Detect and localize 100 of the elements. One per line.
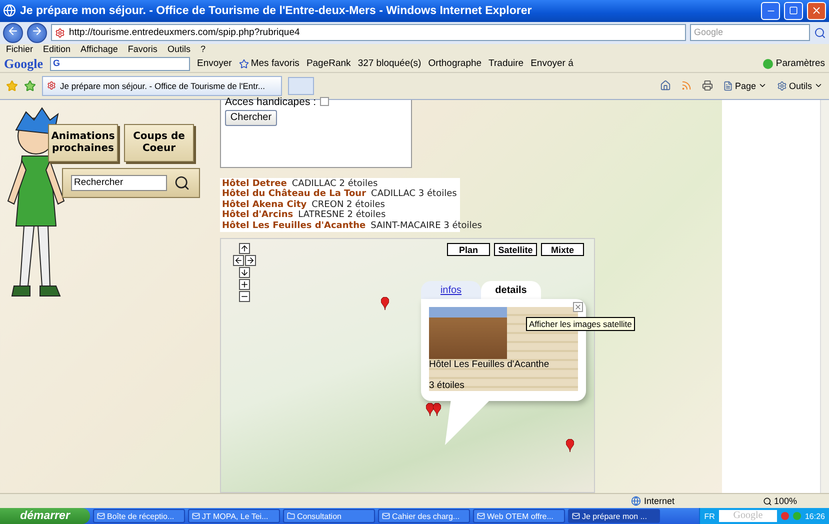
checkbox-label: Acces handicapes : xyxy=(225,96,316,108)
page-icon xyxy=(722,80,733,91)
toolbar-item[interactable]: Orthographe xyxy=(428,58,482,70)
envelope-icon xyxy=(477,512,485,520)
taskbar-button[interactable]: Boîte de réceptio... xyxy=(93,509,185,523)
toolbar-logo: Google xyxy=(4,56,43,72)
pan-left-button[interactable] xyxy=(233,255,244,266)
address-field[interactable]: http://tourisme.entredeuxmers.com/spip.php?rubrique4 xyxy=(51,24,686,42)
favorites-star-icon[interactable] xyxy=(6,80,18,92)
envelope-icon xyxy=(572,512,580,520)
toolbar-item[interactable]: Envoyer xyxy=(197,58,232,70)
restore-icon xyxy=(789,6,798,16)
forward-arrow-icon xyxy=(31,25,43,38)
magnifier-icon xyxy=(763,496,772,506)
globe-icon xyxy=(631,496,641,506)
command-button[interactable]: Outils xyxy=(776,80,823,91)
toolbar-item[interactable]: 327 bloquée(s) xyxy=(358,58,422,70)
menu-item[interactable]: Affichage xyxy=(80,44,118,56)
search-icon[interactable] xyxy=(814,26,826,39)
hotel-details: CREON 2 étoiles xyxy=(312,200,385,210)
map-type-button[interactable]: Mixte xyxy=(541,243,584,256)
menu-item[interactable]: ? xyxy=(200,44,206,56)
plus-icon xyxy=(240,280,249,290)
map-pin-icon[interactable] xyxy=(381,297,389,310)
sign-button[interactable]: Coups de Coeur xyxy=(124,124,194,162)
envelope-icon xyxy=(382,512,390,520)
taskbar-button[interactable]: Je prépare mon ... xyxy=(568,509,660,523)
minimize-button[interactable] xyxy=(761,2,780,20)
site-icon xyxy=(55,28,65,38)
map-pin-icon[interactable] xyxy=(426,403,434,416)
pan-down-button[interactable] xyxy=(239,267,250,278)
map-pin-icon[interactable] xyxy=(433,403,441,416)
pan-right-button[interactable] xyxy=(245,255,256,266)
status-zone: Internet xyxy=(631,496,751,506)
left-arrow-icon xyxy=(234,256,243,266)
window-title: Je prépare mon séjour. - Office de Tourisme de l'Entre-deux-Mers - Windows Internet Explorer xyxy=(20,4,533,17)
zoom-out-button[interactable] xyxy=(239,291,250,302)
close-icon xyxy=(811,5,822,16)
hotel-details: CADILLAC 2 étoiles xyxy=(292,178,378,189)
toolbar-item[interactable]: Envoyer á xyxy=(530,58,574,70)
sign-button[interactable]: Animations prochaines xyxy=(48,124,118,162)
down-arrow-icon xyxy=(240,268,249,278)
back-button[interactable] xyxy=(3,22,23,43)
command-button[interactable]: Page xyxy=(722,80,767,91)
menu-item[interactable]: Favoris xyxy=(128,44,158,56)
map-pin-icon[interactable] xyxy=(566,439,574,452)
clock: 16:26 xyxy=(804,512,825,520)
hotel-name[interactable]: Hôtel Detree xyxy=(222,178,287,190)
envelope-icon xyxy=(97,512,105,520)
taskbar-button[interactable]: Consultation xyxy=(283,509,375,523)
info-tab[interactable]: details xyxy=(481,281,541,300)
checkbox[interactable] xyxy=(320,97,330,106)
browser-tab[interactable]: Je prépare mon séjour. - Office de Tourisme de l'Entr... xyxy=(42,76,282,96)
forward-button[interactable] xyxy=(27,22,47,43)
right-arrow-icon xyxy=(246,256,255,266)
hotel-details: SAINT-MACAIRE 3 étoiles xyxy=(370,220,482,232)
hotel-name[interactable]: Hôtel du Château de La Tour xyxy=(222,189,366,200)
folder-icon xyxy=(287,512,295,520)
tooltip: Afficher les images satellite xyxy=(526,317,635,332)
close-icon xyxy=(574,303,582,312)
toolbar-search-field[interactable]: G xyxy=(50,56,190,71)
menu-item[interactable]: Fichier xyxy=(6,44,34,56)
hotel-name[interactable]: Hôtel Les Feuilles d'Acanthe xyxy=(222,220,366,232)
back-arrow-icon xyxy=(7,25,19,38)
toolbar-item[interactable]: Mes favoris xyxy=(238,58,300,70)
restore-button[interactable] xyxy=(784,2,803,20)
add-favorite-icon[interactable] xyxy=(24,80,36,92)
up-arrow-icon xyxy=(240,244,249,254)
toolbar-item[interactable]: PageRank xyxy=(306,58,351,70)
hotel-details: CADILLAC 3 étoiles xyxy=(371,189,457,200)
taskbar-button[interactable]: JT MOPA, Le Tei... xyxy=(188,509,280,523)
hotel-name[interactable]: Hôtel Akena City xyxy=(222,200,307,210)
site-icon xyxy=(47,81,56,90)
star-icon xyxy=(238,58,249,69)
hotel-rating: 3 étoiles xyxy=(429,380,466,392)
hotel-name[interactable]: Hôtel d'Arcins xyxy=(222,210,294,221)
hotel-title: Hôtel Les Feuilles d'Acanthe xyxy=(429,359,550,370)
toolbar-item[interactable]: Traduire xyxy=(488,58,524,70)
zoom-in-button[interactable] xyxy=(239,279,250,290)
settings-button[interactable]: Paramètres xyxy=(762,58,825,70)
envelope-icon xyxy=(192,512,200,520)
browser-icon xyxy=(3,4,16,18)
gear-icon xyxy=(776,80,787,91)
taskbar-button[interactable]: Cahier des charg... xyxy=(378,509,470,523)
info-tab[interactable]: infos xyxy=(421,281,481,300)
search-input[interactable]: Rechercher xyxy=(71,174,167,191)
url-text: http://tourisme.entredeuxmers.com/spip.php?rubrique4 xyxy=(69,27,300,38)
hotel-details: LATRESNE 2 étoiles xyxy=(298,210,386,221)
print-icon[interactable] xyxy=(702,80,713,92)
language-indicator: FR xyxy=(704,512,715,520)
zoom-level[interactable]: 100% xyxy=(763,496,823,506)
menu-item[interactable]: Outils xyxy=(167,44,190,56)
taskbar-button[interactable]: Web OTEM offre... xyxy=(473,509,565,523)
home-icon[interactable] xyxy=(660,80,671,92)
close-button[interactable] xyxy=(573,302,583,312)
pan-up-button[interactable] xyxy=(239,243,250,254)
search-button[interactable]: Chercher xyxy=(225,110,277,126)
map-type-button[interactable]: Plan xyxy=(447,243,490,256)
map-type-button[interactable]: Satellite xyxy=(494,243,537,256)
menu-item[interactable]: Edition xyxy=(43,44,71,56)
